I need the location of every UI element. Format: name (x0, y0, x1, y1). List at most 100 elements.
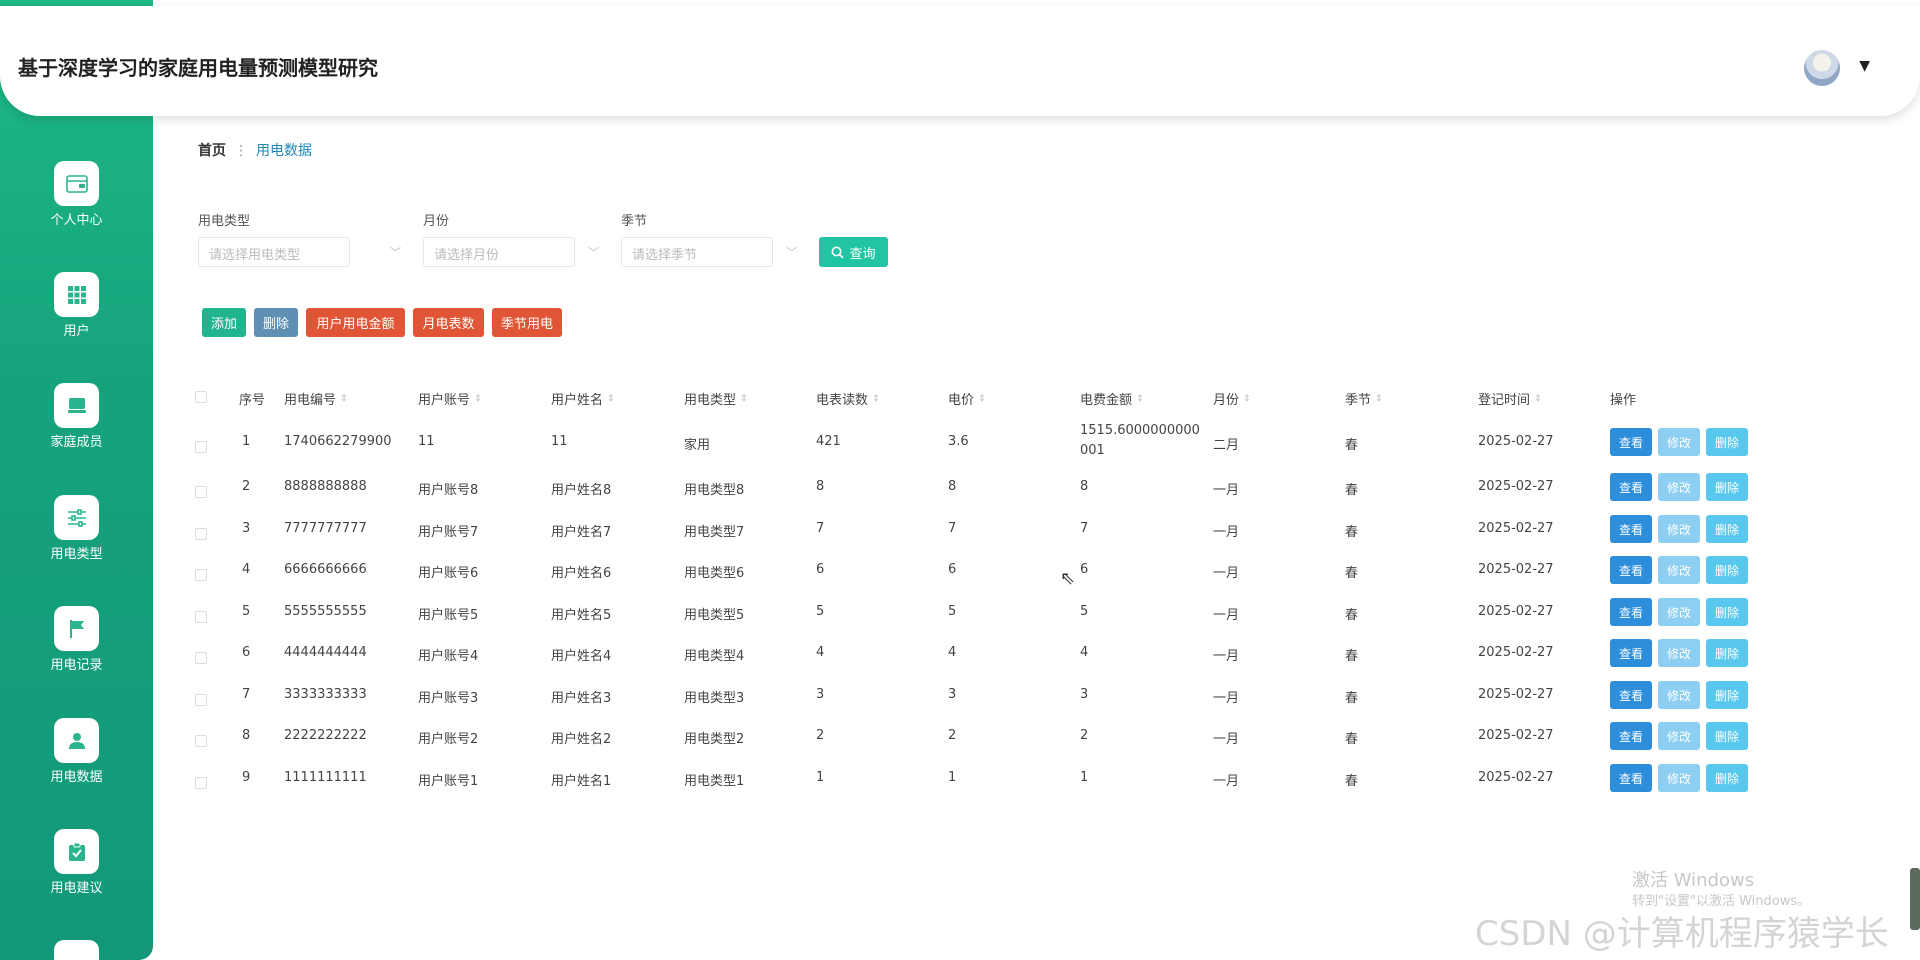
row-checkbox[interactable] (195, 486, 207, 498)
view-button[interactable]: 查看 (1610, 473, 1652, 501)
view-button[interactable]: 查看 (1610, 639, 1652, 667)
col-header-month[interactable]: 月份 ⇕ (1213, 389, 1251, 408)
season-select[interactable]: 请选择季节 (621, 237, 773, 267)
sort-icon[interactable]: ⇕ (978, 394, 986, 404)
sidebar-item-more[interactable] (0, 940, 153, 960)
cell-month: 一月 (1213, 691, 1240, 706)
sort-icon[interactable]: ⇕ (1136, 394, 1144, 404)
row-checkbox[interactable] (195, 652, 207, 664)
user-amount-button[interactable]: 用户用电金额 (306, 308, 405, 337)
row-checkbox[interactable] (195, 441, 207, 453)
sidebar-item-personal-center[interactable]: 个人中心 (0, 161, 153, 251)
sidebar-item-usage-type[interactable]: 用电类型 (0, 495, 153, 585)
user-icon (54, 718, 99, 763)
scrollbar-handle[interactable] (1910, 868, 1920, 930)
sort-icon[interactable]: ⇕ (1243, 394, 1251, 404)
view-button[interactable]: 查看 (1610, 556, 1652, 584)
delete-button[interactable]: 删除 (1706, 681, 1748, 709)
col-header-label: 电价 (948, 393, 975, 408)
month-select[interactable]: 请选择月份 (423, 237, 575, 267)
edit-button[interactable]: 修改 (1658, 722, 1700, 750)
cell-type: 用电类型8 (684, 483, 745, 498)
view-button[interactable]: 查看 (1610, 681, 1652, 709)
col-header-type[interactable]: 用电类型 ⇕ (684, 389, 748, 408)
row-checkbox[interactable] (195, 528, 207, 540)
cell-index: 7 (242, 687, 251, 702)
col-header-price[interactable]: 电价 ⇕ (948, 389, 986, 408)
batch-delete-button[interactable]: 删除 (254, 308, 298, 337)
row-checkbox[interactable] (195, 735, 207, 747)
sidebar-item-usage-record[interactable]: 用电记录 (0, 606, 153, 696)
query-button[interactable]: 查询 (819, 237, 888, 267)
col-header-account[interactable]: 用户账号 ⇕ (418, 389, 482, 408)
delete-button[interactable]: 删除 (1706, 639, 1748, 667)
edit-button[interactable]: 修改 (1658, 473, 1700, 501)
view-button[interactable]: 查看 (1610, 722, 1652, 750)
sidebar-item-family-members[interactable]: 家庭成员 (0, 383, 153, 473)
view-button[interactable]: 查看 (1610, 764, 1652, 792)
delete-button[interactable]: 删除 (1706, 764, 1748, 792)
col-header-register-time[interactable]: 登记时间 ⇕ (1478, 389, 1542, 408)
delete-button[interactable]: 删除 (1706, 722, 1748, 750)
breadcrumb-home[interactable]: 首页 (198, 143, 226, 159)
sidebar-item-users[interactable]: 用户 (0, 272, 153, 362)
user-avatar[interactable] (1804, 50, 1840, 86)
delete-button[interactable]: 删除 (1706, 428, 1748, 456)
row-checkbox[interactable] (195, 777, 207, 789)
edit-button[interactable]: 修改 (1658, 515, 1700, 543)
sort-icon[interactable]: ⇕ (1534, 394, 1542, 404)
edit-button[interactable]: 修改 (1658, 428, 1700, 456)
cell-amount: 1515.6000000000001 (1080, 423, 1200, 458)
col-header-name[interactable]: 用户姓名 ⇕ (551, 389, 615, 408)
row-checkbox[interactable] (195, 569, 207, 581)
edit-button[interactable]: 修改 (1658, 681, 1700, 709)
select-all-checkbox[interactable] (195, 391, 207, 403)
cell-month: 一月 (1213, 649, 1240, 664)
activate-windows-title: 激活 Windows (1632, 870, 1755, 891)
cell-usage-id: 8888888888 (284, 479, 367, 494)
sidebar-item-usage-advice[interactable]: 用电建议 (0, 829, 153, 919)
sidebar-item-label: 用户 (63, 324, 90, 339)
cell-type: 家用 (684, 438, 711, 453)
season-usage-button[interactable]: 季节用电 (492, 308, 562, 337)
filter-season-label: 季节 (621, 214, 648, 229)
cell-season: 春 (1345, 691, 1359, 706)
edit-button[interactable]: 修改 (1658, 556, 1700, 584)
caret-down-icon[interactable]: ▼ (1859, 58, 1870, 74)
view-button[interactable]: 查看 (1610, 515, 1652, 543)
cell-amount: 2 (1080, 728, 1089, 743)
col-header-season[interactable]: 季节 ⇕ (1345, 389, 1383, 408)
sort-icon[interactable]: ⇕ (872, 394, 880, 404)
cell-amount: 1 (1080, 770, 1089, 785)
col-header-reading[interactable]: 电表读数 ⇕ (816, 389, 880, 408)
cell-usage-id: 4444444444 (284, 645, 367, 660)
view-button[interactable]: 查看 (1610, 598, 1652, 626)
cell-reading: 2 (816, 728, 825, 743)
delete-button[interactable]: 删除 (1706, 473, 1748, 501)
row-checkbox[interactable] (195, 611, 207, 623)
col-header-label: 用电类型 (684, 393, 737, 408)
edit-button[interactable]: 修改 (1658, 639, 1700, 667)
add-button[interactable]: 添加 (202, 308, 246, 337)
breadcrumb-current: 用电数据 (256, 143, 312, 159)
edit-button[interactable]: 修改 (1658, 598, 1700, 626)
sort-icon[interactable]: ⇕ (740, 394, 748, 404)
sort-icon[interactable]: ⇕ (340, 394, 348, 404)
search-icon (831, 246, 845, 259)
row-checkbox[interactable] (195, 694, 207, 706)
view-button[interactable]: 查看 (1610, 428, 1652, 456)
monthly-reading-button[interactable]: 月电表数 (413, 308, 484, 337)
chevron-down-icon: ﹀ (588, 246, 599, 259)
sort-icon[interactable]: ⇕ (1375, 394, 1383, 404)
usage-type-select[interactable]: 请选择用电类型 (198, 237, 350, 267)
sidebar-item-usage-data[interactable]: 用电数据 (0, 718, 153, 808)
sort-icon[interactable]: ⇕ (474, 394, 482, 404)
col-header-usage-id[interactable]: 用电编号 ⇕ (284, 389, 348, 408)
edit-button[interactable]: 修改 (1658, 764, 1700, 792)
delete-button[interactable]: 删除 (1706, 515, 1748, 543)
col-header-amount[interactable]: 电费金额 ⇕ (1080, 389, 1144, 408)
delete-button[interactable]: 删除 (1706, 556, 1748, 584)
sort-icon[interactable]: ⇕ (607, 394, 615, 404)
cell-month: 二月 (1213, 438, 1240, 453)
delete-button[interactable]: 删除 (1706, 598, 1748, 626)
